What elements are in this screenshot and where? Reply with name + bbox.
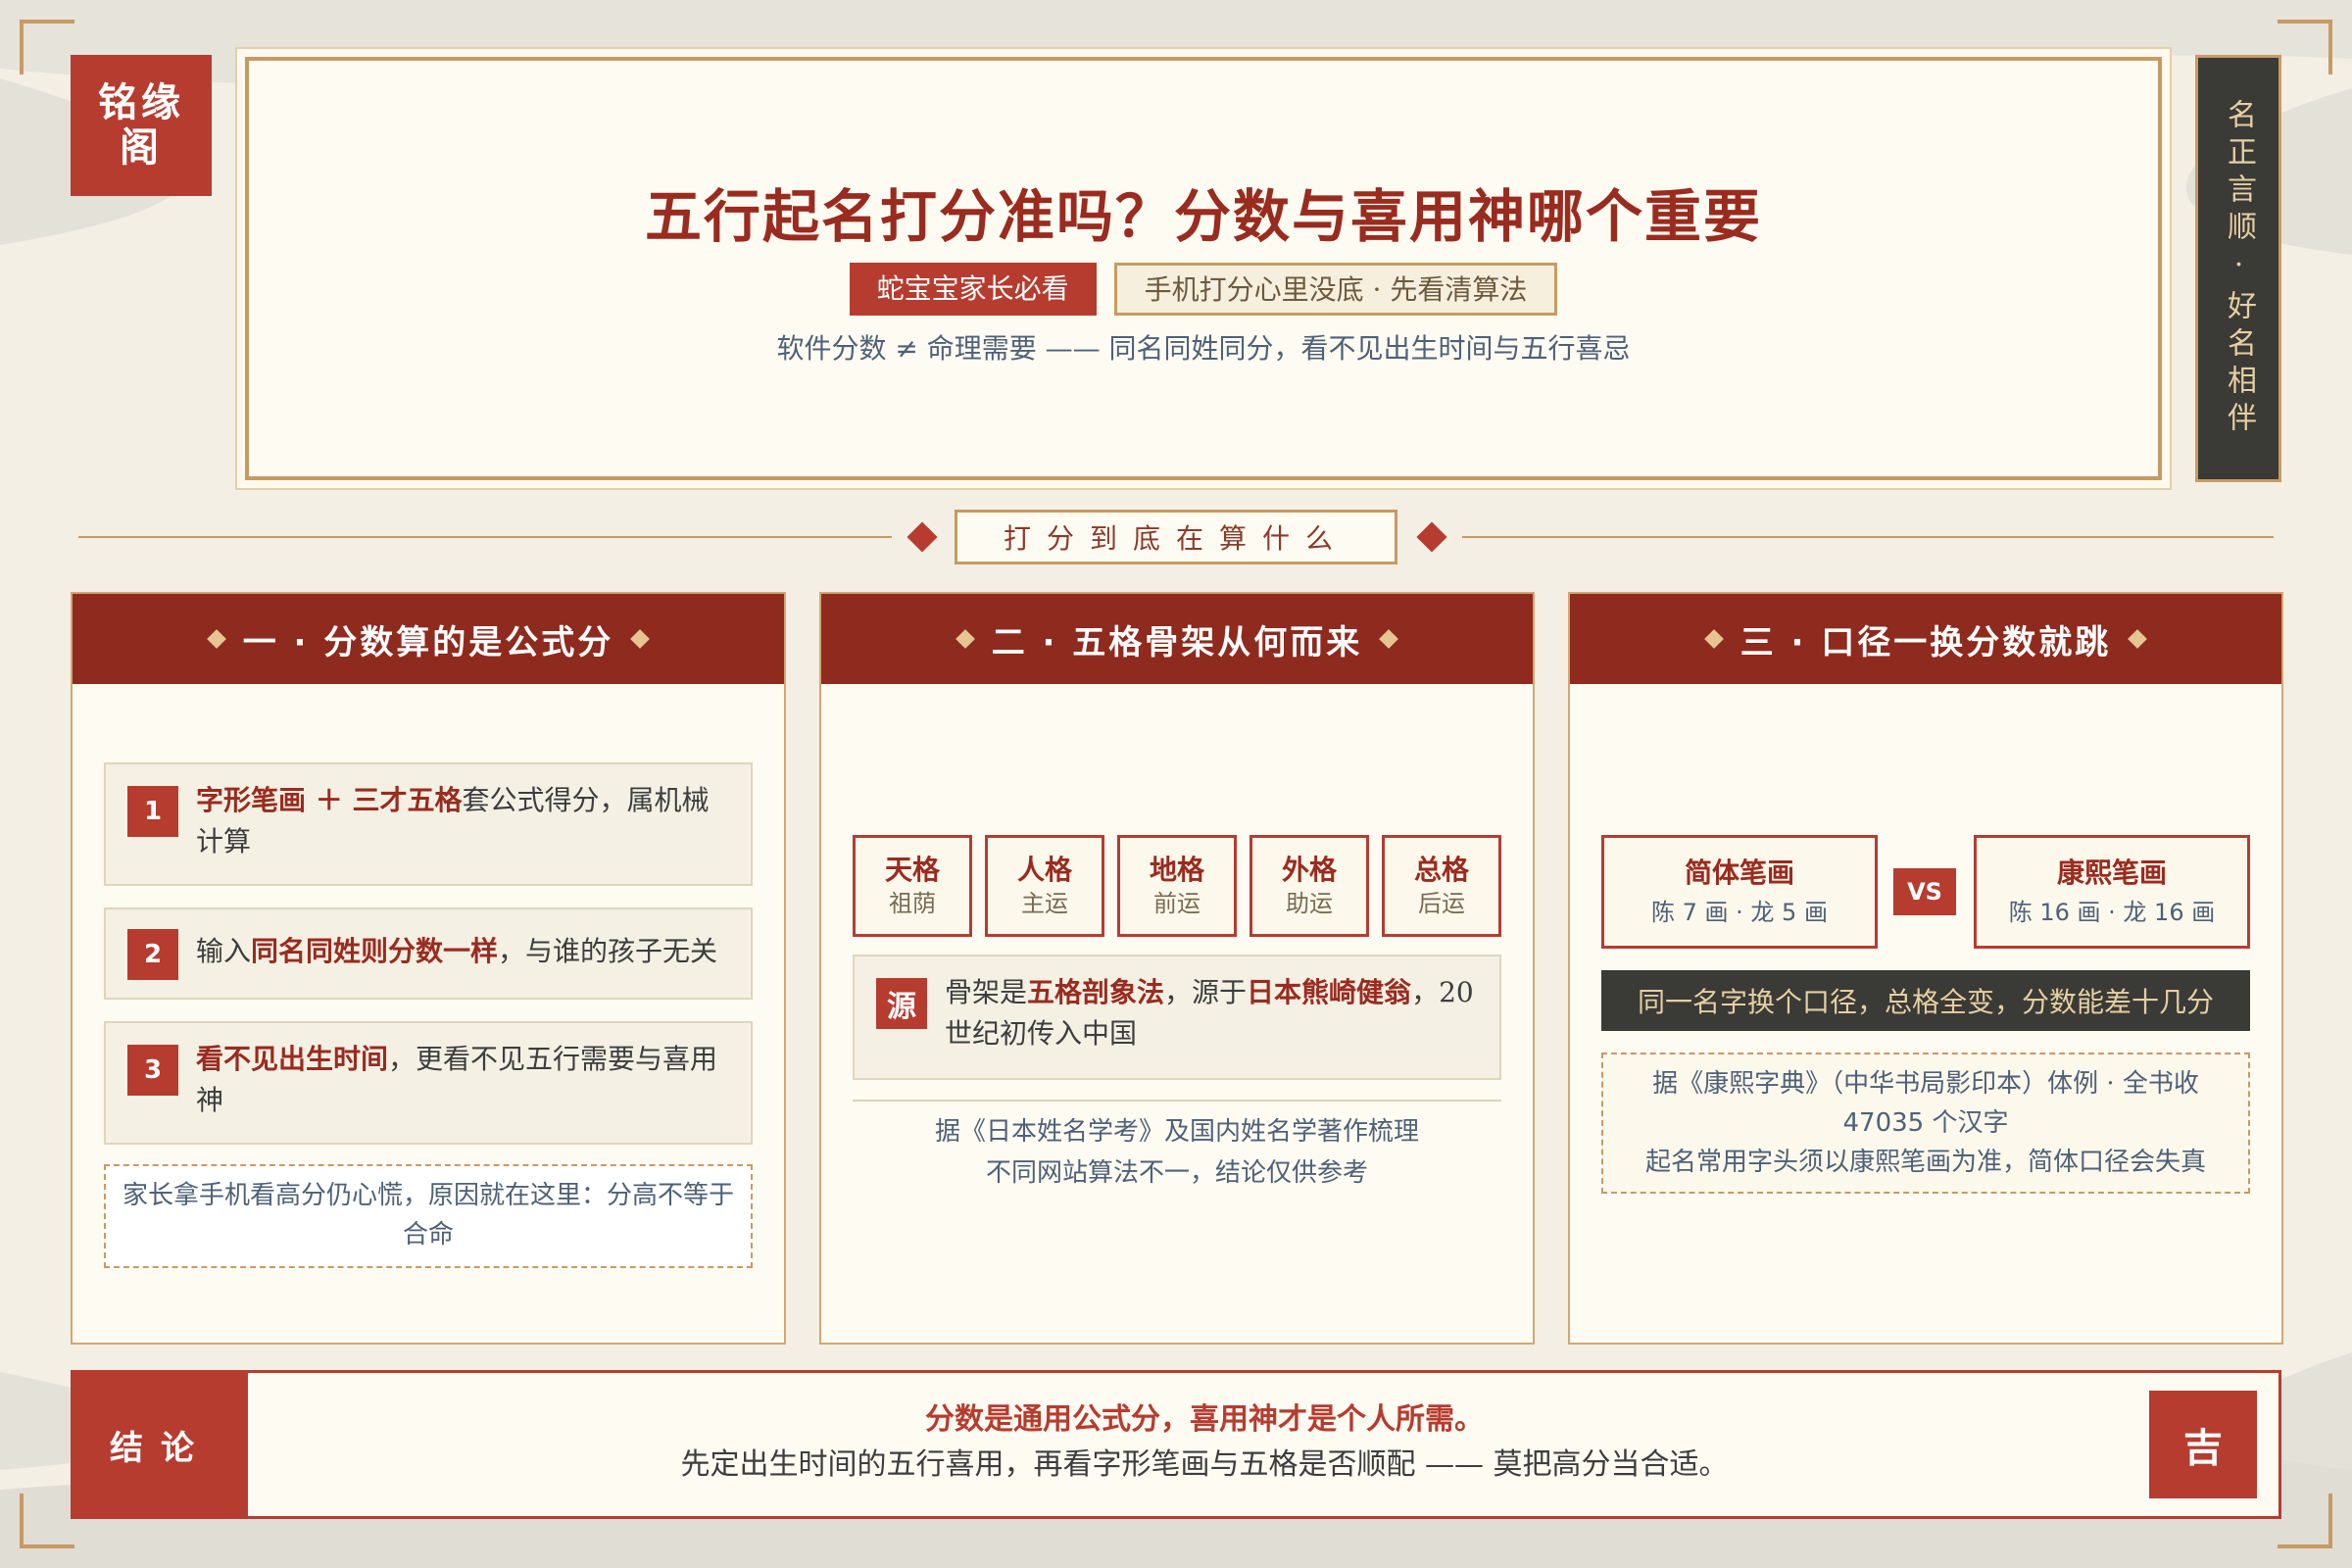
- highlight-text: 同名同姓则分数一样: [251, 935, 499, 967]
- column-heading-text: 二 · 五格骨架从何而来: [991, 622, 1363, 662]
- grid-name: 外格: [1281, 854, 1337, 886]
- conclusion-banner: 结论 分数是通用公式分，喜用神才是个人所需。 先定出生时间的五行喜用，再看字形笔…: [71, 1370, 2281, 1519]
- divider-line-right: [1462, 536, 2274, 538]
- highlight-text: 日本熊崎健翁: [1247, 976, 1412, 1008]
- grid-name: 人格: [1016, 854, 1072, 886]
- highlight-text: 看不见出生时间: [196, 1043, 389, 1075]
- reference-line-1: 据《日本姓名学考》及国内姓名学著作梳理: [934, 1117, 1419, 1147]
- conclusion-main: 分数是通用公式分，喜用神才是个人所需。: [925, 1402, 1484, 1437]
- column-heading-text: 三 · 口径一换分数就跳: [1740, 622, 2112, 662]
- score-change-banner: 同一名字换个口径，总格全变，分数能差十几分: [1601, 970, 2250, 1031]
- diamond-icon: [1379, 629, 1399, 649]
- corner-ornament-bottom-left: [20, 1494, 74, 1548]
- grid-card-zong: 总格 后运: [1382, 835, 1501, 937]
- body-text: ，与谁的孩子无关: [498, 935, 718, 967]
- grid-meaning: 前运: [1153, 890, 1200, 917]
- origin-icon: 源: [876, 978, 927, 1029]
- grid-meaning: 主运: [1021, 890, 1068, 917]
- list-item: 1 字形笔画 ＋ 三才五格套公式得分，属机械计算: [104, 762, 753, 886]
- grid-card-tian: 天格 祖荫: [853, 835, 972, 937]
- diamond-icon: [2128, 629, 2148, 649]
- number-badge: 3: [127, 1045, 178, 1096]
- corner-ornament-top-left: [20, 20, 74, 74]
- column-five-grids: 二 · 五格骨架从何而来 天格 祖荫 人格 主运 地格 前运 外格 助运 总格 …: [819, 592, 1535, 1345]
- five-grids-row: 天格 祖荫 人格 主运 地格 前运 外格 助运 总格 后运: [853, 835, 1501, 937]
- section-title: 打分到底在算什么: [955, 510, 1397, 564]
- grid-card-wai: 外格 助运: [1250, 835, 1369, 937]
- grid-name: 总格: [1413, 854, 1469, 886]
- column-stroke-standard: 三 · 口径一换分数就跳 简体笔画 陈 7 画 · 龙 5 画 VS 康熙笔画 …: [1568, 592, 2283, 1345]
- card-title: 康熙笔画: [2056, 857, 2167, 889]
- column-heading: 三 · 口径一换分数就跳: [1570, 594, 2281, 684]
- grid-card-ren: 人格 主运: [985, 835, 1104, 937]
- vs-badge: VS: [1893, 868, 1956, 915]
- grid-card-di: 地格 前运: [1117, 835, 1237, 937]
- dict-line-2: 47035 个汉字: [1842, 1108, 2009, 1138]
- highlight-text: 字形笔画 ＋ 三才五格: [196, 784, 463, 816]
- lucky-seal: 吉: [2149, 1391, 2257, 1498]
- diamond-icon: [630, 629, 651, 649]
- grid-meaning: 助运: [1286, 890, 1333, 917]
- reference-line-2: 不同网站算法不一，结论仅供参考: [985, 1158, 1368, 1188]
- header-panel: 五行起名打分准吗？分数与喜用神哪个重要 蛇宝宝家长必看 手机打分心里没底 · 先…: [245, 57, 2162, 480]
- grid-meaning: 祖荫: [889, 890, 936, 917]
- conclusion-label: 结论: [74, 1373, 248, 1516]
- grid-name: 地格: [1149, 854, 1204, 886]
- corner-ornament-bottom-right: [2278, 1494, 2332, 1548]
- dict-line-1: 据《康熙字典》（中华书局影印本）体例 · 全书收: [1652, 1069, 2199, 1099]
- list-item: 3 看不见出生时间，更看不见五行需要与喜用神: [104, 1021, 753, 1145]
- kangxi-dictionary-note: 据《康熙字典》（中华书局影印本）体例 · 全书收 47035 个汉字 起名常用字…: [1601, 1053, 2250, 1194]
- column-heading: 二 · 五格骨架从何而来: [821, 594, 1533, 684]
- conclusion-sub: 先定出生时间的五行喜用，再看字形笔画与五格是否顺配 —— 莫把高分当合适。: [680, 1447, 1729, 1482]
- column-formula-score: 一 · 分数算的是公式分 1 字形笔画 ＋ 三才五格套公式得分，属机械计算 2 …: [71, 592, 786, 1345]
- parent-note: 家长拿手机看高分仍心慌，原因就在这里：分高不等于合命: [104, 1164, 753, 1268]
- body-text: ，源于: [1164, 976, 1248, 1008]
- list-item-text: 字形笔画 ＋ 三才五格套公式得分，属机械计算: [196, 780, 727, 862]
- page-title: 五行起名打分准吗？分数与喜用神哪个重要: [644, 183, 1762, 250]
- diamond-icon: [1703, 629, 1724, 649]
- grid-name: 天格: [884, 854, 940, 886]
- diamond-icon: [206, 629, 226, 649]
- divider-line-left: [78, 536, 892, 538]
- card-value: 陈 7 画 · 龙 5 画: [1651, 899, 1828, 926]
- highlight-text: 五格剖象法: [1027, 976, 1165, 1008]
- dict-line-3: 起名常用字头须以康熙笔画为准，简体口径会失真: [1644, 1148, 2206, 1177]
- tag-secondary: 手机打分心里没底 · 先看清算法: [1113, 263, 1558, 316]
- list-item-text: 看不见出生时间，更看不见五行需要与喜用神: [196, 1039, 727, 1121]
- brand-logo: 铭缘阁: [71, 55, 212, 196]
- list-item: 2 输入同名同姓则分数一样，与谁的孩子无关: [104, 907, 753, 1000]
- body-text: 骨架是: [945, 976, 1028, 1008]
- header-subtitle: 软件分数 ≠ 命理需要 —— 同名同姓同分，看不见出生时间与五行喜忌: [776, 332, 1631, 365]
- origin-box: 源 骨架是五格剖象法，源于日本熊崎健翁，20世纪初传入中国: [853, 955, 1501, 1080]
- origin-text: 骨架是五格剖象法，源于日本熊崎健翁，20世纪初传入中国: [945, 972, 1480, 1054]
- card-value: 陈 16 画 · 龙 16 画: [2008, 899, 2216, 926]
- number-badge: 2: [127, 929, 178, 980]
- card-title: 简体笔画: [1684, 857, 1794, 889]
- header-tags: 蛇宝宝家长必看 手机打分心里没底 · 先看清算法: [249, 263, 2158, 316]
- column-heading: 一 · 分数算的是公式分: [73, 594, 784, 684]
- simplified-stroke-card: 简体笔画 陈 7 画 · 龙 5 画: [1601, 835, 1878, 949]
- diamond-icon: [955, 629, 975, 649]
- tag-primary: 蛇宝宝家长必看: [849, 263, 1097, 316]
- vertical-motto: 名正言顺·好名相伴: [2195, 55, 2281, 482]
- separator-line: [853, 1100, 1501, 1102]
- grid-meaning: 后运: [1418, 890, 1465, 917]
- kangxi-stroke-card: 康熙笔画 陈 16 画 · 龙 16 画: [1974, 835, 2250, 949]
- body-text: 输入: [196, 935, 252, 967]
- corner-ornament-top-right: [2278, 20, 2332, 74]
- column-heading-text: 一 · 分数算的是公式分: [242, 622, 614, 662]
- number-badge: 1: [127, 786, 178, 837]
- list-item-text: 输入同名同姓则分数一样，与谁的孩子无关: [196, 931, 727, 972]
